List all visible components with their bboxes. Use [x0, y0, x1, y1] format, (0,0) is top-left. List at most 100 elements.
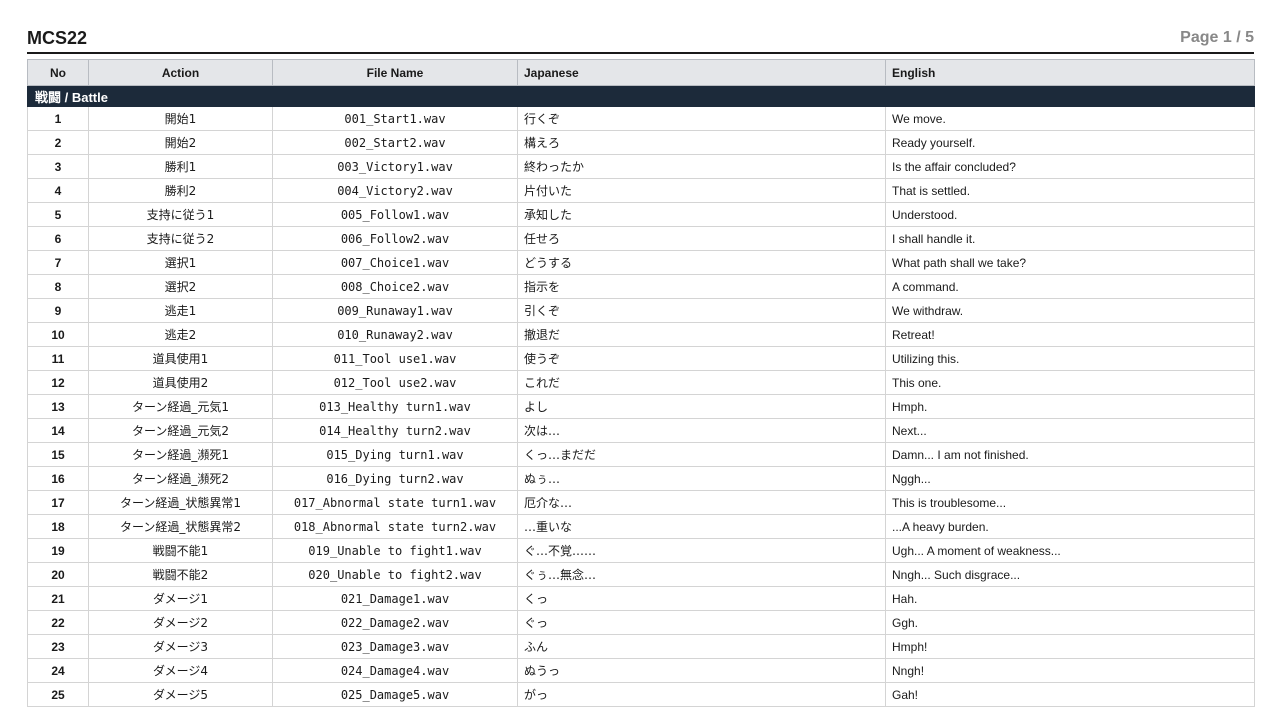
cell-japanese: ぐ…不覚……	[517, 538, 886, 563]
cell-action: 戦闘不能1	[88, 538, 273, 563]
cell-action: 勝利1	[88, 154, 273, 179]
page-header: MCS22 Page 1 / 5	[27, 26, 1254, 54]
cell-action: 勝利2	[88, 178, 273, 203]
cell-file-name: 020_Unable to fight2.wav	[272, 562, 518, 587]
cell-action: ターン経過_瀕死2	[88, 466, 273, 491]
cell-action: ターン経過_元気2	[88, 418, 273, 443]
cell-english: We move.	[885, 106, 1255, 131]
cell-file-name: 009_Runaway1.wav	[272, 298, 518, 323]
table-row: 16 ターン経過_瀕死2 016_Dying turn2.wav ぬぅ… Nggh...	[27, 466, 1255, 491]
cell-action: 支持に従う2	[88, 226, 273, 251]
cell-no: 17	[27, 490, 89, 515]
table-row: 23 ダメージ3 023_Damage3.wav ふん Hmph!	[27, 634, 1255, 659]
cell-japanese: 承知した	[517, 202, 886, 227]
cell-japanese: どうする	[517, 250, 886, 275]
cell-file-name: 003_Victory1.wav	[272, 154, 518, 179]
table-row: 12 道具使用2 012_Tool use2.wav これだ This one.	[27, 370, 1255, 395]
cell-file-name: 005_Follow1.wav	[272, 202, 518, 227]
cell-japanese: くっ…まだだ	[517, 442, 886, 467]
table-row: 6 支持に従う2 006_Follow2.wav 任せろ I shall handle …	[27, 226, 1255, 251]
cell-file-name: 021_Damage1.wav	[272, 586, 518, 611]
table-row: 11 道具使用1 011_Tool use1.wav 使うぞ Utilizing thi…	[27, 346, 1255, 371]
cell-japanese: 行くぞ	[517, 106, 886, 131]
cell-action: ダメージ3	[88, 634, 273, 659]
cell-action: ターン経過_元気1	[88, 394, 273, 419]
column-header-file-name: File Name	[272, 59, 518, 86]
cell-english: Hmph.	[885, 394, 1255, 419]
cell-file-name: 013_Healthy turn1.wav	[272, 394, 518, 419]
cell-action: ダメージ1	[88, 586, 273, 611]
cell-no: 6	[27, 226, 89, 251]
cell-no: 10	[27, 322, 89, 347]
cell-file-name: 024_Damage4.wav	[272, 658, 518, 683]
cell-file-name: 004_Victory2.wav	[272, 178, 518, 203]
cell-no: 7	[27, 250, 89, 275]
cell-no: 21	[27, 586, 89, 611]
table-row: 7 選択1 007_Choice1.wav どうする What path shall w…	[27, 250, 1255, 275]
cell-no: 3	[27, 154, 89, 179]
cell-english: ...A heavy burden.	[885, 514, 1255, 539]
table-row: 17 ターン経過_状態異常1 017_Abnormal state turn1.wa…	[27, 490, 1255, 515]
table-row: 8 選択2 008_Choice2.wav 指示を A command.	[27, 274, 1255, 299]
cell-japanese: 任せろ	[517, 226, 886, 251]
cell-japanese: ぬぅ…	[517, 466, 886, 491]
header-row: No Action File Name Japanese English	[27, 59, 1255, 86]
cell-english: Understood.	[885, 202, 1255, 227]
table-row: 14 ターン経過_元気2 014_Healthy turn2.wav 次は… Next.…	[27, 418, 1255, 443]
cell-action: ダメージ2	[88, 610, 273, 635]
cell-file-name: 012_Tool use2.wav	[272, 370, 518, 395]
cell-file-name: 002_Start2.wav	[272, 130, 518, 155]
cell-no: 19	[27, 538, 89, 563]
section-row: 戦闘 / Battle	[27, 85, 1255, 107]
cell-no: 4	[27, 178, 89, 203]
cell-action: ターン経過_瀕死1	[88, 442, 273, 467]
cell-japanese: 片付いた	[517, 178, 886, 203]
cell-english: Damn... I am not finished.	[885, 442, 1255, 467]
cell-english: Hah.	[885, 586, 1255, 611]
table-row: 4 勝利2 004_Victory2.wav 片付いた That is settled.	[27, 178, 1255, 203]
cell-japanese: 使うぞ	[517, 346, 886, 371]
cell-japanese: 終わったか	[517, 154, 886, 179]
cell-file-name: 022_Damage2.wav	[272, 610, 518, 635]
cell-english: What path shall we take?	[885, 250, 1255, 275]
cell-file-name: 018_Abnormal state turn2.wav	[272, 514, 518, 539]
cell-english: Nggh...	[885, 466, 1255, 491]
cell-no: 20	[27, 562, 89, 587]
cell-file-name: 010_Runaway2.wav	[272, 322, 518, 347]
cell-no: 15	[27, 442, 89, 467]
cell-file-name: 015_Dying turn1.wav	[272, 442, 518, 467]
cell-file-name: 023_Damage3.wav	[272, 634, 518, 659]
table-row: 15 ターン経過_瀕死1 015_Dying turn1.wav くっ…まだだ Damn…	[27, 442, 1255, 467]
cell-english: Ggh.	[885, 610, 1255, 635]
cell-english: We withdraw.	[885, 298, 1255, 323]
cell-japanese: くっ	[517, 586, 886, 611]
cell-english: Nngh... Such disgrace...	[885, 562, 1255, 587]
column-header-no: No	[27, 59, 89, 86]
cell-action: ターン経過_状態異常1	[88, 490, 273, 515]
cell-japanese: …重いな	[517, 514, 886, 539]
table-row: 18 ターン経過_状態異常2 018_Abnormal state turn2.wa…	[27, 514, 1255, 539]
column-header-japanese: Japanese	[517, 59, 886, 86]
cell-english: Is the affair concluded?	[885, 154, 1255, 179]
cell-action: ターン経過_状態異常2	[88, 514, 273, 539]
cell-japanese: ぐっ	[517, 610, 886, 635]
cell-file-name: 016_Dying turn2.wav	[272, 466, 518, 491]
cell-no: 25	[27, 682, 89, 707]
cell-english: Nngh!	[885, 658, 1255, 683]
cell-japanese: ぬうっ	[517, 658, 886, 683]
cell-japanese: ふん	[517, 634, 886, 659]
column-header-action: Action	[88, 59, 273, 86]
cell-japanese: がっ	[517, 682, 886, 707]
cell-japanese: 厄介な…	[517, 490, 886, 515]
cell-action: 逃走2	[88, 322, 273, 347]
table-row: 21 ダメージ1 021_Damage1.wav くっ Hah.	[27, 586, 1255, 611]
cell-no: 12	[27, 370, 89, 395]
cell-no: 23	[27, 634, 89, 659]
cell-english: Ready yourself.	[885, 130, 1255, 155]
cell-english: Hmph!	[885, 634, 1255, 659]
cell-action: 道具使用2	[88, 370, 273, 395]
cell-japanese: 撤退だ	[517, 322, 886, 347]
cell-no: 8	[27, 274, 89, 299]
table-body: 戦闘 / Battle 1 開始1 001_Start1.wav 行くぞ We move…	[27, 85, 1255, 707]
cell-action: ダメージ5	[88, 682, 273, 707]
